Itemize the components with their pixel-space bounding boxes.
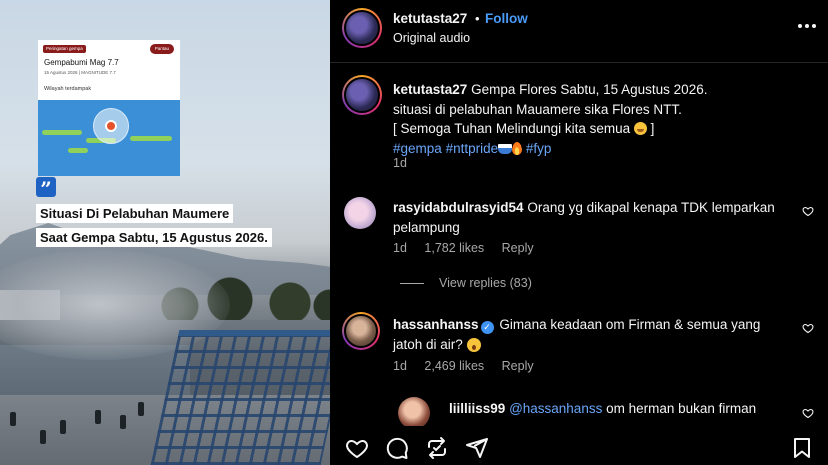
news-subtitle: 15 Agustus 2026 | MAGNITUDE 7.7	[44, 70, 116, 75]
author-avatar[interactable]	[342, 8, 382, 48]
heart-icon[interactable]	[345, 436, 369, 460]
reply-mention[interactable]: @hassanhanss	[509, 401, 602, 416]
comment-meta: 1d 1,782 likes Reply	[393, 241, 548, 255]
header-divider	[330, 62, 828, 63]
verified-badge-icon: ✓	[480, 321, 494, 334]
comment-text: rasyidabdulrasyid54 Orang yg dikapal ken…	[393, 198, 793, 237]
caption-avatar[interactable]	[342, 75, 382, 115]
news-pill: Pantau	[149, 44, 174, 54]
quote-icon: ”	[36, 177, 56, 201]
comment-icon[interactable]	[385, 436, 409, 460]
caption-username[interactable]: ketutasta27	[393, 82, 467, 97]
media-caption-line1: Situasi Di Pelabuhan Maumere	[36, 204, 234, 223]
media-caption-line2: Saat Gempa Sabtu, 15 Agustus 2026.	[36, 228, 272, 247]
news-area-label: Wilayah terdampak	[44, 86, 92, 92]
commenter-avatar[interactable]	[344, 197, 376, 229]
ship-ramp	[150, 330, 330, 465]
caption-line3: [ Semoga Tuhan Melindungi kita semua	[393, 121, 631, 136]
heart-icon[interactable]	[802, 407, 814, 419]
person	[10, 412, 16, 426]
reply-button[interactable]: Reply	[502, 359, 534, 373]
news-badge: Peringatan gempa	[43, 45, 86, 53]
commenter-avatar[interactable]	[342, 312, 380, 350]
commenter-avatar[interactable]	[398, 397, 430, 429]
epicenter-marker	[105, 120, 117, 132]
person	[120, 415, 126, 429]
hashtag-fyp[interactable]: #fyp	[526, 141, 552, 156]
fire-icon	[512, 141, 523, 155]
ship-icon	[498, 143, 513, 154]
heart-icon[interactable]	[802, 205, 814, 217]
audio-label[interactable]: Original audio	[393, 31, 470, 45]
reply-button[interactable]: Reply	[502, 241, 534, 255]
island	[68, 148, 88, 153]
person	[40, 430, 46, 444]
caption-line1: Gempa Flores Sabtu, 15 Agustus 2026.	[471, 82, 708, 97]
reply-username[interactable]: liilliiss99	[449, 401, 505, 416]
bookmark-icon[interactable]	[790, 436, 814, 460]
post-panel: ketutasta27 • Follow Original audio ketu…	[330, 0, 828, 465]
comment-username[interactable]: hassanhanss	[393, 317, 479, 332]
hashtag-nttpride[interactable]: #nttpride	[446, 141, 499, 156]
follow-button[interactable]: Follow	[485, 11, 528, 26]
repost-icon[interactable]	[425, 436, 449, 460]
news-card: Peringatan gempa Pantau Gempabumi Mag 7.…	[38, 40, 180, 176]
caption-line2: situasi di pelabuhan Mauamere sika Flore…	[393, 101, 682, 117]
person	[60, 420, 66, 434]
comment-time: 1d	[393, 359, 407, 373]
person	[138, 402, 144, 416]
post-media[interactable]: Peringatan gempa Pantau Gempabumi Mag 7.…	[0, 0, 330, 465]
more-options-icon[interactable]	[792, 18, 822, 34]
news-title: Gempabumi Mag 7.7	[44, 58, 119, 67]
reply-body: om herman bukan firman	[606, 401, 757, 416]
view-replies-line	[400, 283, 424, 284]
separator-dot: •	[475, 11, 480, 26]
comment-likes[interactable]: 1,782 likes	[424, 241, 484, 255]
send-icon[interactable]	[465, 436, 489, 460]
action-bar	[330, 426, 828, 465]
comment-likes[interactable]: 2,469 likes	[424, 359, 484, 373]
surprised-face-icon	[466, 337, 481, 352]
view-replies-button[interactable]: View replies (83)	[439, 276, 532, 290]
author-username[interactable]: ketutasta27	[393, 11, 467, 26]
comment-meta: 1d 2,469 likes Reply	[393, 359, 548, 373]
island	[130, 136, 172, 141]
comment-text: hassanhanss ✓ Gimana keadaan om Firman & …	[393, 315, 793, 354]
post-caption: ketutasta27 Gempa Flores Sabtu, 15 Agust…	[393, 80, 813, 158]
caption-timestamp: 1d	[393, 156, 407, 170]
heart-icon[interactable]	[802, 322, 814, 334]
praying-face-icon	[633, 122, 647, 135]
hashtag-gempa[interactable]: #gempa	[393, 141, 442, 156]
reply-text: liilliiss99 @hassanhanss om herman bukan…	[449, 399, 789, 419]
island	[42, 130, 82, 135]
quake-map	[38, 100, 180, 176]
comment-time: 1d	[393, 241, 407, 255]
comment-username[interactable]: rasyidabdulrasyid54	[393, 200, 524, 215]
caption-line3-end: ]	[650, 121, 655, 136]
person	[95, 410, 101, 424]
